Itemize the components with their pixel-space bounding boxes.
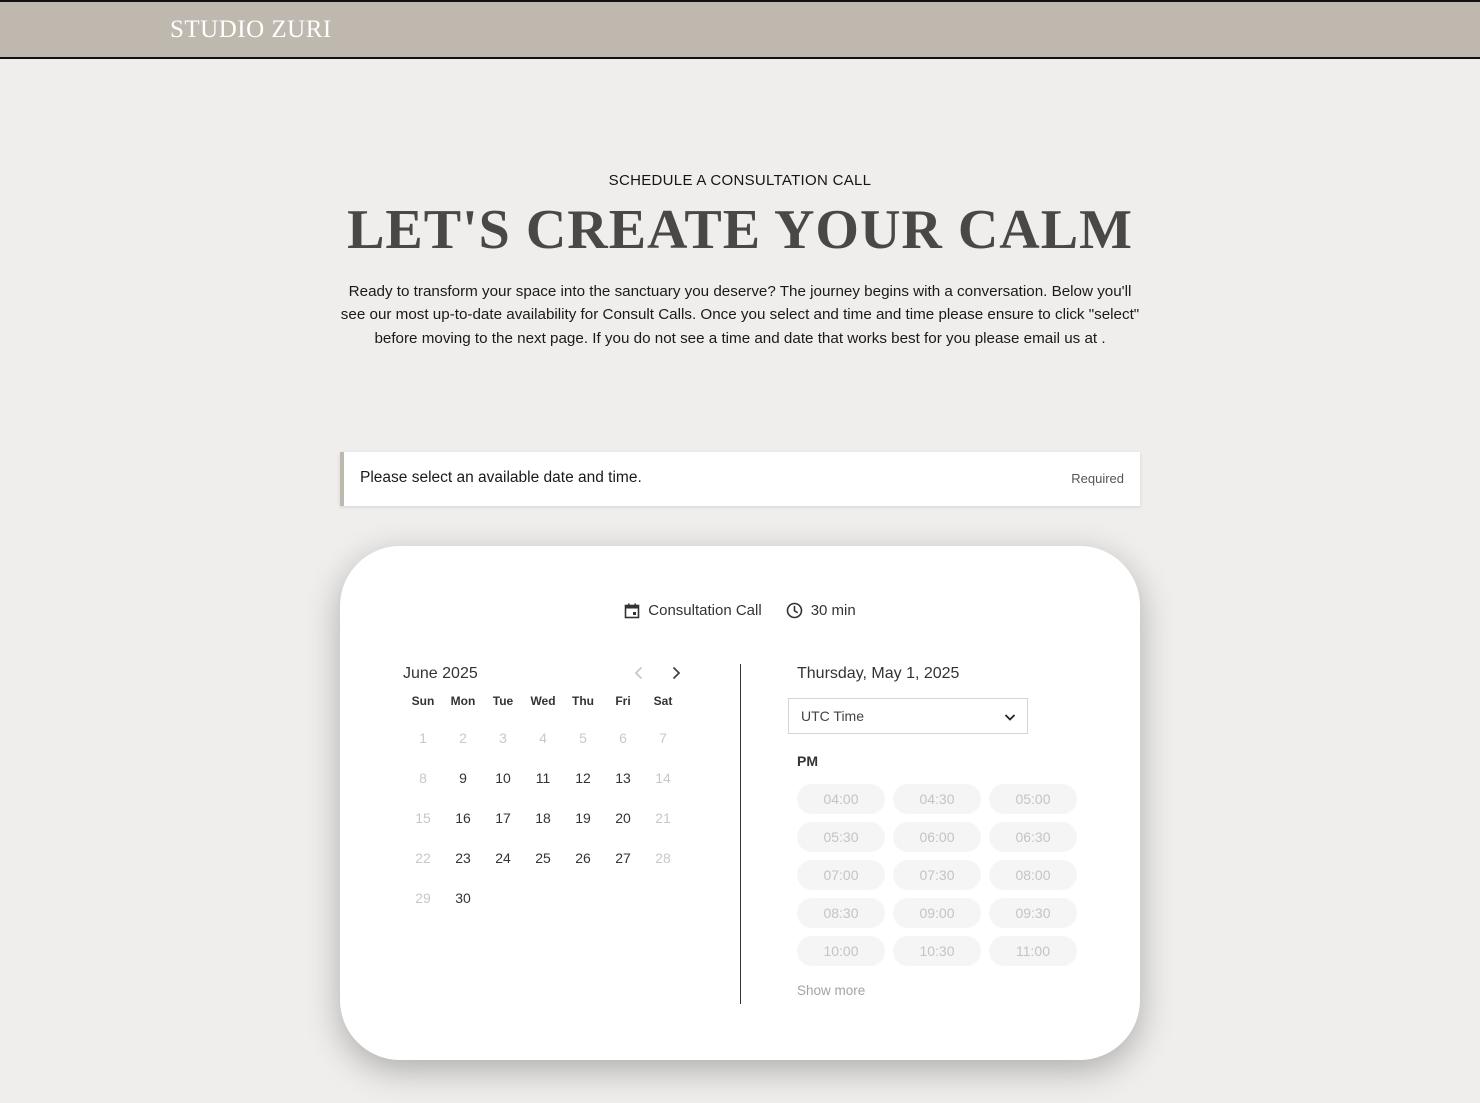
time-slot-button[interactable]: 06:00 [893, 822, 981, 852]
calendar-day-available[interactable]: 19 [563, 808, 603, 848]
time-slot-button[interactable]: 10:30 [893, 936, 981, 966]
calendar-day-available[interactable]: 25 [523, 848, 563, 888]
eyebrow-heading: SCHEDULE A CONSULTATION CALL [608, 172, 872, 189]
chevron-down-icon [1004, 714, 1016, 721]
calendar-day-available[interactable]: 20 [603, 808, 643, 848]
calendar-day-available[interactable]: 10 [483, 768, 523, 808]
duration-label: 30 min [810, 602, 856, 619]
time-slot-button[interactable]: 09:30 [989, 898, 1077, 928]
selected-date-heading: Thursday, May 1, 2025 [797, 665, 960, 682]
calendar-days: 1 2 3 4 5 6 7 8 9 10 11 12 13 14 15 16 17 18 19 20 21 22 23 24 2… [403, 728, 683, 928]
show-more-link[interactable]: Show more [797, 983, 865, 998]
weekday-label: Mon [450, 694, 476, 708]
time-slot-button[interactable]: 08:30 [797, 898, 885, 928]
panel-divider [740, 664, 741, 1004]
weekday-label: Thu [572, 694, 594, 708]
service-meta: Consultation Call 30 min [340, 602, 1140, 619]
calendar-day-unavailable: 15 [415, 810, 431, 826]
calendar-day-unavailable: 5 [579, 730, 587, 746]
time-slot-button[interactable]: 10:00 [797, 936, 885, 966]
weekday-label: Tue [492, 694, 514, 708]
timezone-select[interactable]: UTC Time [788, 698, 1028, 734]
calendar-day-unavailable: 22 [415, 850, 431, 866]
calendar-day-available[interactable]: 27 [603, 848, 643, 888]
calendar-day-unavailable: 14 [655, 770, 671, 786]
time-slot-button[interactable]: 05:00 [989, 784, 1077, 814]
time-slot-button[interactable]: 11:00 [989, 936, 1077, 966]
notice-message: Please select an available date and time… [360, 469, 642, 486]
calendar-day-available[interactable]: 12 [563, 768, 603, 808]
calendar-day-available[interactable]: 9 [443, 768, 483, 808]
calendar-day-available[interactable]: 11 [523, 768, 563, 808]
calendar-day-unavailable: 4 [539, 730, 547, 746]
calendar-icon [624, 603, 640, 619]
timezone-value: UTC Time [801, 708, 864, 724]
booking-card: Consultation Call 30 min June 2025 Sun Mo… [340, 546, 1140, 1060]
calendar-day-available[interactable]: 17 [483, 808, 523, 848]
calendar-day-unavailable: 29 [415, 890, 431, 906]
calendar-day-unavailable: 1 [419, 730, 427, 746]
calendar-day-unavailable: 21 [655, 810, 671, 826]
calendar-grid: Sun Mon Tue Wed Thu Fri Sat 1 2 3 4 5 6 7 8 9 10 11 12 13 1… [403, 694, 683, 928]
time-slot-button[interactable]: 04:00 [797, 784, 885, 814]
calendar-month: June 2025 [403, 665, 478, 682]
weekday-label: Sun [411, 694, 435, 708]
time-slot-button[interactable]: 08:00 [989, 860, 1077, 890]
calendar-day-unavailable: 28 [655, 850, 671, 866]
duration-info: 30 min [786, 602, 856, 619]
calendar-day-available[interactable]: 30 [443, 888, 483, 928]
period-label: PM [797, 753, 818, 769]
chevron-right-icon[interactable] [667, 664, 685, 682]
time-slot-button[interactable]: 04:30 [893, 784, 981, 814]
calendar-day-available[interactable]: 13 [603, 768, 643, 808]
service-info: Consultation Call [624, 602, 762, 619]
time-slot-button[interactable]: 06:30 [989, 822, 1077, 852]
time-slot-button[interactable]: 05:30 [797, 822, 885, 852]
weekday-label: Wed [530, 694, 556, 708]
top-bar: STUDIO ZURI [0, 0, 1480, 59]
time-slots: 04:00 04:30 05:00 05:30 06:00 06:30 07:00 07:30… [797, 784, 1087, 966]
time-slot-button[interactable]: 07:30 [893, 860, 981, 890]
calendar-day-available[interactable]: 16 [443, 808, 483, 848]
page-title: LET'S CREATE YOUR CALM [347, 199, 1133, 261]
weekday-label: Fri [615, 694, 631, 708]
required-notice: Please select an available date and time… [340, 452, 1140, 506]
required-label: Required [1071, 471, 1124, 486]
calendar-day-unavailable: 7 [659, 730, 667, 746]
weekday-label: Sat [653, 694, 673, 708]
calendar-day-available[interactable]: 23 [443, 848, 483, 888]
calendar-day-unavailable: 2 [459, 730, 467, 746]
calendar-day-available[interactable]: 24 [483, 848, 523, 888]
service-name: Consultation Call [648, 602, 762, 619]
intro-paragraph: Ready to transform your space into the s… [340, 283, 1140, 347]
calendar-day-unavailable: 6 [619, 730, 627, 746]
calendar-day-unavailable: 3 [499, 730, 507, 746]
calendar-day-available[interactable]: 26 [563, 848, 603, 888]
calendar-day-unavailable: 8 [419, 770, 427, 786]
time-slot-button[interactable]: 07:00 [797, 860, 885, 890]
weekday-header: Sun Mon Tue Wed Thu Fri Sat [403, 694, 683, 708]
time-slot-button[interactable]: 09:00 [893, 898, 981, 928]
brand-logo[interactable]: STUDIO ZURI [170, 16, 332, 44]
clock-icon [786, 602, 803, 619]
calendar-day-available[interactable]: 18 [523, 808, 563, 848]
chevron-left-icon[interactable] [630, 664, 648, 682]
